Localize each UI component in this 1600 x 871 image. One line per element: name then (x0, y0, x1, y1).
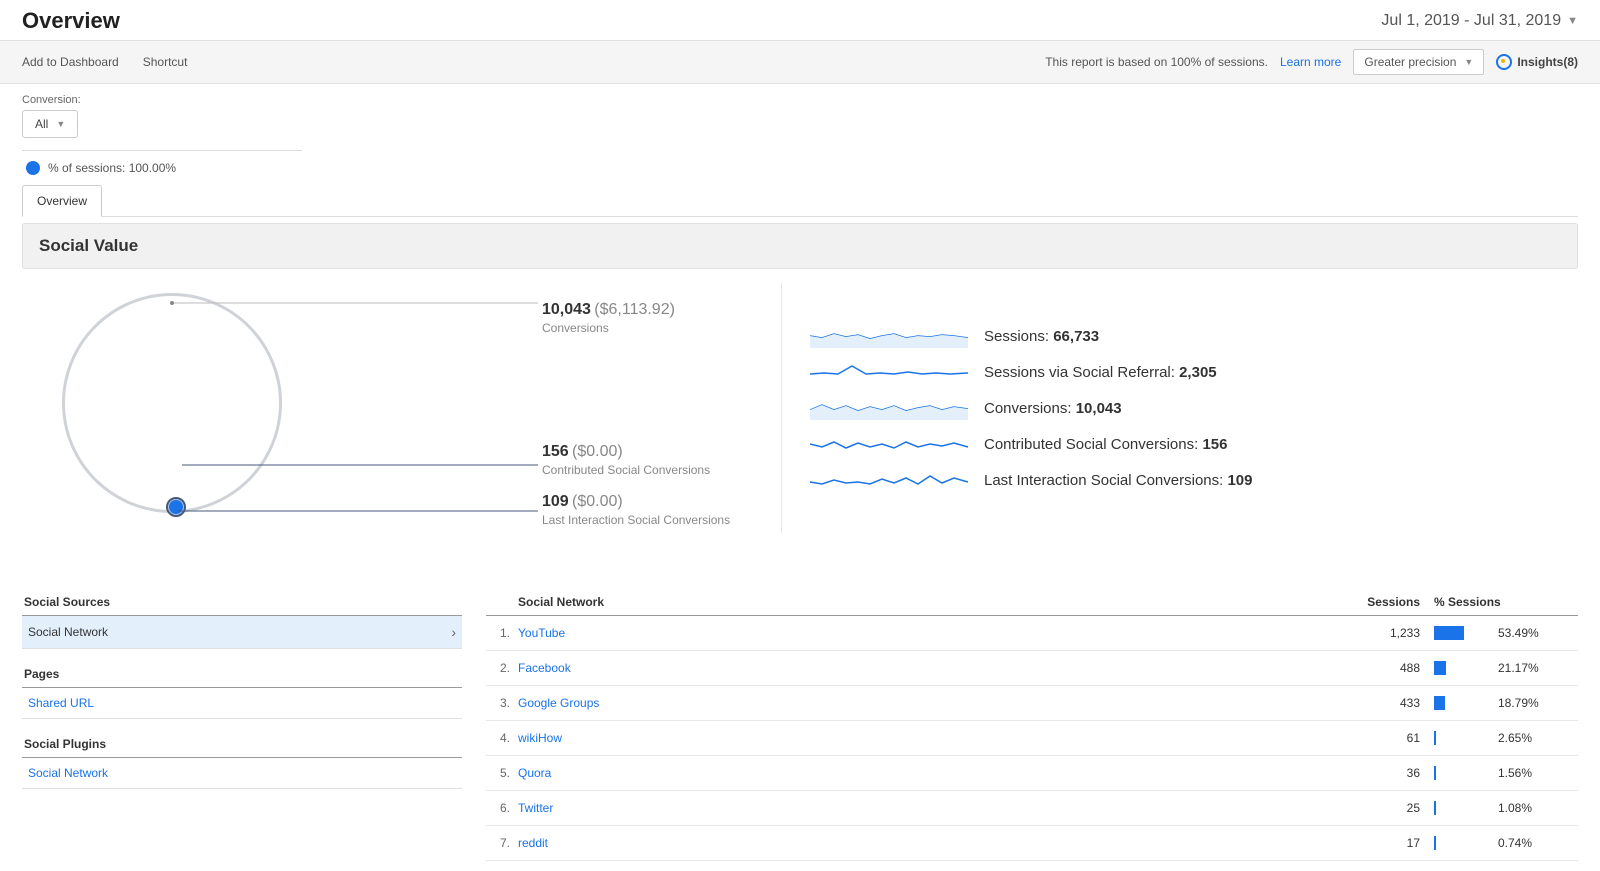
row-pct-sessions: 0.74% (1434, 836, 1574, 850)
social-network-link[interactable]: Twitter (518, 801, 1344, 815)
row-pct-sessions: 1.08% (1434, 801, 1574, 815)
conversion-dropdown[interactable]: All ▼ (22, 110, 78, 138)
metric-last-interaction-social-conversions: 109 ($0.00) Last Interaction Social Conv… (542, 493, 730, 527)
conversion-selected: All (35, 117, 48, 131)
col-percent-sessions[interactable]: % Sessions (1434, 595, 1574, 609)
precision-label: Greater precision (1364, 55, 1456, 69)
insights-label: Insights(8) (1517, 55, 1578, 69)
row-sessions: 61 (1344, 731, 1434, 745)
row-pct-sessions: 1.56% (1434, 766, 1574, 780)
insights-icon (1496, 54, 1512, 70)
pages-shared-url-link[interactable]: Shared URL (22, 688, 462, 719)
social-network-link[interactable]: reddit (518, 836, 1344, 850)
table-row: 2.Facebook48821.17% (486, 651, 1578, 686)
chevron-down-icon: ▼ (1567, 15, 1578, 27)
table-row: 4.wikiHow612.65% (486, 721, 1578, 756)
row-pct-sessions: 53.49% (1434, 626, 1574, 640)
sessions-pct-text: % of sessions: 100.00% (48, 161, 176, 175)
page-title: Overview (22, 8, 120, 34)
social-network-link[interactable]: wikiHow (518, 731, 1344, 745)
social-plugins-header: Social Plugins (22, 731, 462, 758)
row-index: 4. (490, 731, 518, 745)
metric-conversions: 10,043 ($6,113.92) Conversions (542, 301, 675, 335)
row-pct-sessions: 21.17% (1434, 661, 1574, 675)
shortcut-button[interactable]: Shortcut (143, 55, 188, 69)
row-index: 1. (490, 626, 518, 640)
row-sessions: 1,233 (1344, 626, 1434, 640)
row-sessions: 36 (1344, 766, 1434, 780)
table-header: Social Network Sessions % Sessions (486, 589, 1578, 616)
stat-last-interaction-social-conversions: Last Interaction Social Conversions: 109 (810, 468, 1578, 492)
chevron-down-icon: ▼ (56, 119, 65, 129)
table-row: 6.Twitter251.08% (486, 791, 1578, 826)
table-row: 1.YouTube1,23353.49% (486, 616, 1578, 651)
sparkline-icon (810, 396, 970, 420)
insights-button[interactable]: Insights(8) (1496, 54, 1578, 70)
date-range-text: Jul 1, 2019 - Jul 31, 2019 (1381, 12, 1561, 30)
stat-sessions: Sessions: 66,733 (810, 324, 1578, 348)
row-sessions: 17 (1344, 836, 1434, 850)
stat-contributed-social-conversions: Contributed Social Conversions: 156 (810, 432, 1578, 456)
toolbar: Add to Dashboard Shortcut This report is… (0, 40, 1600, 84)
social-sources-header: Social Sources (22, 589, 462, 616)
table-row: 5.Quora361.56% (486, 756, 1578, 791)
social-network-link[interactable]: Facebook (518, 661, 1344, 675)
col-sessions[interactable]: Sessions (1344, 595, 1434, 609)
conversion-label: Conversion: (22, 94, 1578, 106)
row-pct-sessions: 18.79% (1434, 696, 1574, 710)
social-network-link[interactable]: Quora (518, 766, 1344, 780)
row-index: 7. (490, 836, 518, 850)
sparkline-icon (810, 432, 970, 456)
row-sessions: 488 (1344, 661, 1434, 675)
social-value-diagram (62, 293, 302, 533)
plugins-social-network-link[interactable]: Social Network (22, 758, 462, 789)
chevron-down-icon: ▼ (1464, 57, 1473, 67)
row-sessions: 25 (1344, 801, 1434, 815)
tab-overview[interactable]: Overview (22, 185, 102, 217)
row-index: 6. (490, 801, 518, 815)
legend-dot-icon (26, 161, 40, 175)
row-index: 5. (490, 766, 518, 780)
add-to-dashboard-button[interactable]: Add to Dashboard (22, 55, 119, 69)
col-social-network[interactable]: Social Network (518, 595, 1344, 609)
stat-conversions: Conversions: 10,043 (810, 396, 1578, 420)
panel-title: Social Value (22, 223, 1578, 269)
sparkline-icon (810, 468, 970, 492)
social-network-link[interactable]: Google Groups (518, 696, 1344, 710)
row-index: 3. (490, 696, 518, 710)
pages-header: Pages (22, 661, 462, 688)
row-index: 2. (490, 661, 518, 675)
sparkline-icon (810, 360, 970, 384)
sparkline-icon (810, 324, 970, 348)
metric-contributed-social-conversions: 156 ($0.00) Contributed Social Conversio… (542, 443, 710, 477)
date-range-selector[interactable]: Jul 1, 2019 - Jul 31, 2019 ▼ (1381, 12, 1578, 30)
row-pct-sessions: 2.65% (1434, 731, 1574, 745)
learn-more-link[interactable]: Learn more (1280, 55, 1341, 69)
stat-sessions-via-social-referral: Sessions via Social Referral: 2,305 (810, 360, 1578, 384)
precision-dropdown[interactable]: Greater precision ▼ (1353, 49, 1484, 75)
table-row: 3.Google Groups43318.79% (486, 686, 1578, 721)
table-row: 7.reddit170.74% (486, 826, 1578, 861)
social-network-link[interactable]: YouTube (518, 626, 1344, 640)
row-sessions: 433 (1344, 696, 1434, 710)
social-sources-social-network[interactable]: Social Network (22, 616, 462, 649)
report-sessions-note: This report is based on 100% of sessions… (1045, 55, 1268, 69)
